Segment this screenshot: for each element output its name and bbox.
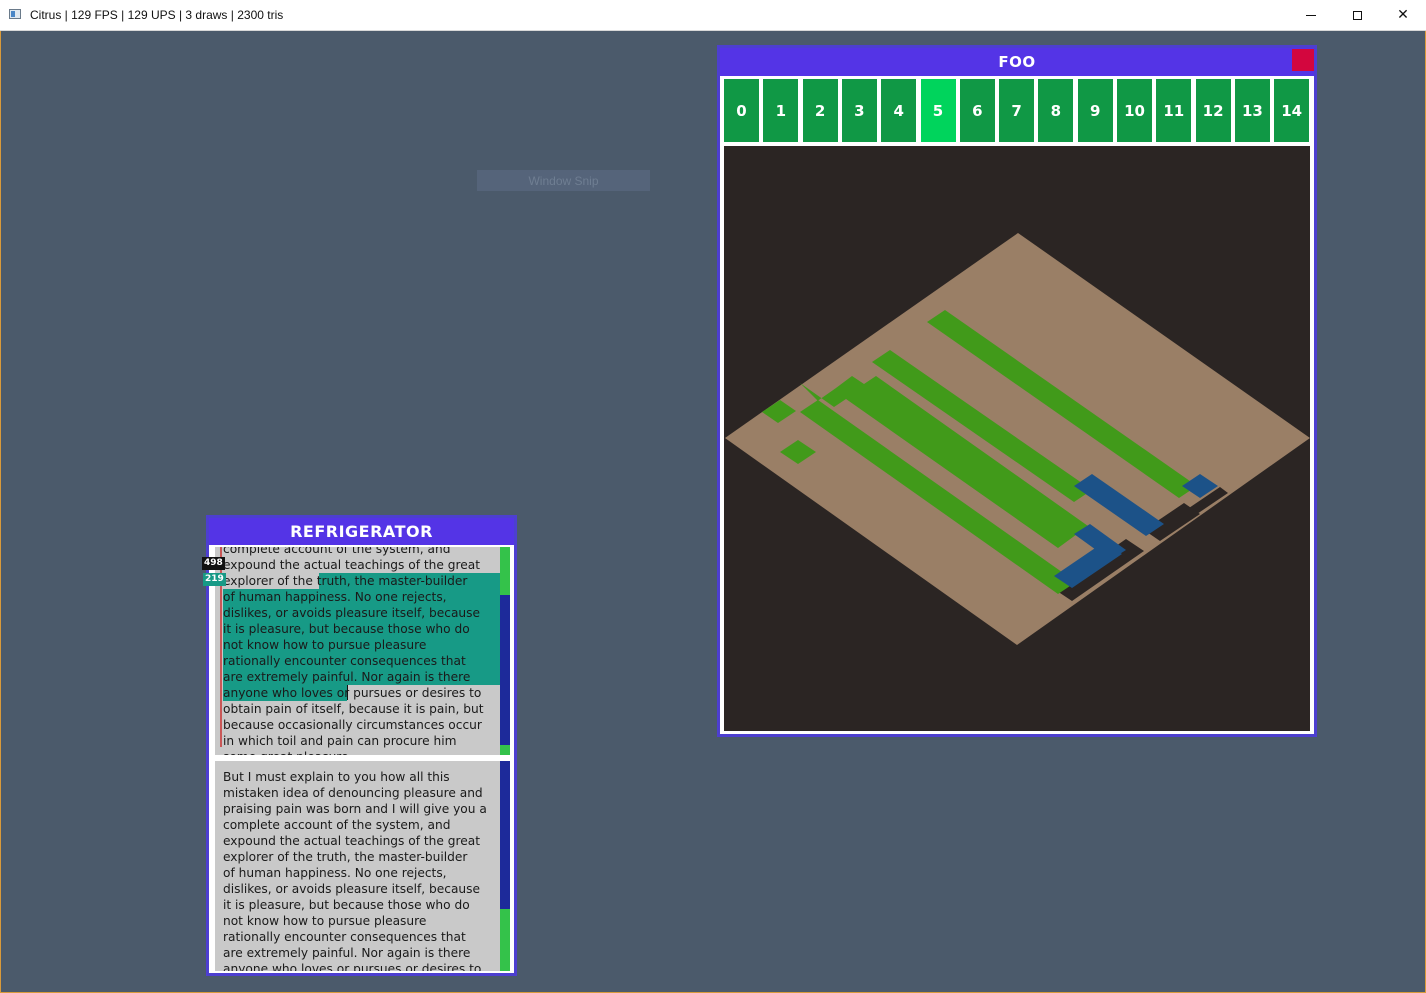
text-line: some great pleasure. [223,749,495,755]
tab-7[interactable]: 7 [999,79,1035,142]
text-line: are extremely painful. Nor again is ther… [223,946,471,960]
tab-11[interactable]: 11 [1156,79,1192,142]
text-line: expound the actual teachings of the grea… [223,834,480,848]
text-line: rationally encounter consequences that [223,654,466,668]
text-line: anyone who loves or pursues or desires t… [223,962,482,971]
tab-5[interactable]: 5 [920,79,956,142]
text-cursor [347,685,348,700]
refrigerator-panel[interactable]: REFRIGERATOR complete account of the sys… [206,515,517,976]
text-line: of human happiness. No one rejects, [223,866,447,880]
foo-panel-title[interactable]: FOO [720,48,1314,76]
text-line: explorer of the truth, the master-builde… [223,850,468,864]
text-line: explorer of the truth, the master-builde… [223,574,468,588]
tab-3[interactable]: 3 [841,79,877,142]
text-line: dislikes, or avoids pleasure itself, bec… [223,606,480,620]
tab-8[interactable]: 8 [1038,79,1074,142]
text-line: anyone who loves or pursues or desires t… [223,686,482,700]
text-line: But I must explain to you how all this [223,770,450,784]
scrollbar-thumb[interactable] [500,547,510,595]
window-snip-label: Window Snip [477,170,650,191]
os-titlebar[interactable]: Citrus | 129 FPS | 129 UPS | 3 draws | 2… [0,0,1426,31]
text-line: complete account of the system, and [223,547,451,556]
tab-12[interactable]: 12 [1195,79,1231,142]
text-line: complete account of the system, and [223,818,451,832]
tab-9[interactable]: 9 [1077,79,1113,142]
maximize-icon [1352,10,1362,20]
text-line: obtain pain of itself, because it is pai… [223,702,484,716]
text-line: in which toil and pain can procure him [223,734,457,748]
foo-panel[interactable]: FOO 0 1 2 3 4 5 6 7 8 9 10 11 12 13 14 [717,45,1317,737]
tab-4[interactable]: 4 [881,79,917,142]
tab-10[interactable]: 10 [1117,79,1152,142]
foo-close-button[interactable] [1292,49,1314,71]
text-line: praising pain was born and I will give y… [223,802,487,816]
tab-0[interactable]: 0 [724,79,759,142]
text-line: are extremely painful. Nor again is ther… [223,670,471,684]
text-line: it is pleasure, but because those who do [223,622,470,636]
app-icon [9,9,21,19]
tab-1[interactable]: 1 [763,79,799,142]
text-line: expound the actual teachings of the grea… [223,558,480,572]
refrigerator-body: complete account of the system, and expou… [209,545,514,973]
window-title: Citrus | 129 FPS | 129 UPS | 3 draws | 2… [30,8,284,22]
text-line: rationally encounter consequences that [223,930,466,944]
editor-top-text: complete account of the system, and expou… [223,547,495,755]
map-viewport-frame [720,143,1314,734]
text-line: it is pleasure, but because those who do [223,898,470,912]
text-line: dislikes, or avoids pleasure itself, bec… [223,882,480,896]
scrollbar-top[interactable] [500,547,510,755]
tab-6[interactable]: 6 [959,79,995,142]
text-line: of human happiness. No one rejects, [223,590,447,604]
minimize-icon [1306,14,1316,16]
close-icon: ✕ [1397,7,1409,23]
tab-2[interactable]: 2 [802,79,838,142]
tab-14[interactable]: 14 [1274,79,1310,142]
text-line: mistaken idea of denouncing pleasure and [223,786,483,800]
editor-bottom-text: But I must explain to you how all this mi… [223,769,495,971]
scrollbar-bottom[interactable] [500,761,510,971]
text-line: because occasionally circumstances occur [223,718,482,732]
text-line: not know how to pursue pleasure [223,914,427,928]
scrollbar-thumb[interactable] [500,909,510,971]
text-editor-bottom[interactable]: But I must explain to you how all this mi… [215,761,500,971]
maximize-button[interactable] [1334,0,1380,30]
scrollbar-thumb-end[interactable] [500,745,510,755]
refrigerator-panel-title[interactable]: REFRIGERATOR [209,518,514,545]
text-editor-top[interactable]: complete account of the system, and expou… [215,547,500,755]
map-viewport[interactable] [724,146,1310,731]
current-line-badge: 219 [203,573,226,586]
close-button[interactable]: ✕ [1380,0,1426,30]
text-line: not know how to pursue pleasure [223,638,427,652]
line-count-badge: 498 [202,557,225,570]
minimize-button[interactable] [1288,0,1334,30]
tab-13[interactable]: 13 [1234,79,1270,142]
isometric-map[interactable] [724,146,1310,731]
